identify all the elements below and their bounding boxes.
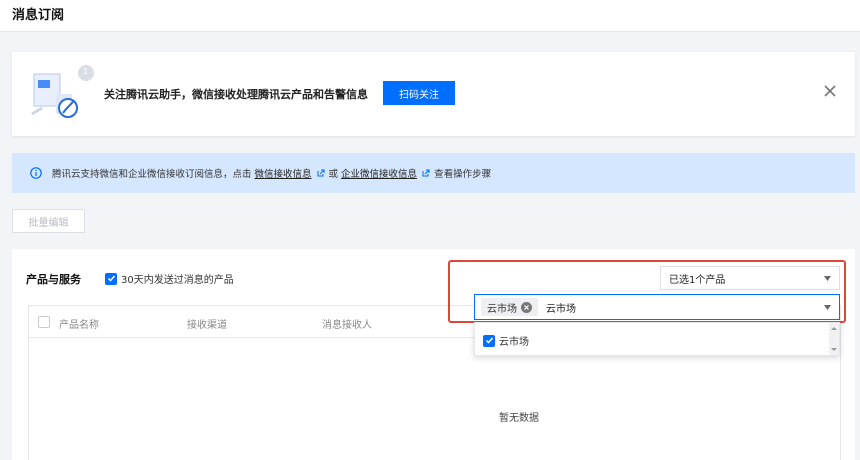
product-dropdown-list: 云市场 <box>474 322 840 356</box>
scroll-arrows-icon <box>831 327 837 351</box>
empty-state-text: 暂无数据 <box>499 413 539 424</box>
column-channel: 接收渠道 <box>187 320 227 331</box>
scan-follow-button[interactable]: 扫码关注 <box>383 81 455 105</box>
promo-badge: 1 <box>83 67 89 76</box>
column-product-name: 产品名称 <box>59 320 99 331</box>
info-icon <box>30 167 42 179</box>
selected-tag: 云市场 <box>481 298 538 316</box>
close-icon[interactable] <box>823 84 837 98</box>
info-notice-bar: 腾讯云支持微信和企业微信接收订阅信息，点击 微信接收信息 或 企业微信接收信息 … <box>12 153 855 193</box>
info-suffix: 查看操作步骤 <box>434 169 492 180</box>
scrollbar[interactable] <box>829 323 839 355</box>
page-header: 消息订阅 <box>0 0 860 32</box>
recent-products-filter-label: 30天内发送过消息的产品 <box>121 275 234 286</box>
external-link-icon <box>422 169 430 177</box>
product-search-box[interactable]: 云市场 <box>474 294 840 320</box>
remove-tag-icon[interactable] <box>521 301 532 313</box>
info-prefix: 腾讯云支持微信和企业微信接收订阅信息，点击 <box>52 169 252 180</box>
product-select[interactable]: 已选1个产品 <box>660 266 840 290</box>
chevron-down-icon <box>824 276 831 281</box>
checkbox-checked-icon[interactable] <box>483 334 495 347</box>
page-title: 消息订阅 <box>12 8 65 23</box>
checkbox-checked-icon[interactable] <box>105 272 117 285</box>
product-search-input[interactable] <box>546 301 746 313</box>
wecom-receive-link[interactable]: 企业微信接收信息 <box>341 166 417 180</box>
batch-edit-button[interactable]: 批量编辑 <box>12 209 85 233</box>
section-title: 产品与服务 <box>26 273 81 286</box>
dropdown-option-label: 云市场 <box>499 337 529 348</box>
info-or-text: 或 <box>328 169 339 180</box>
dropdown-option[interactable]: 云市场 <box>483 333 529 348</box>
select-all-checkbox[interactable] <box>38 316 50 328</box>
column-recipient: 消息接收人 <box>322 320 372 331</box>
selected-tag-label: 云市场 <box>487 303 517 315</box>
external-link-icon <box>317 169 325 177</box>
wechat-receive-link[interactable]: 微信接收信息 <box>255 166 312 180</box>
promo-card: 1 关注腾讯云助手，微信接收处理腾讯云产品和告警信息 扫码关注 <box>12 52 855 136</box>
chevron-down-icon <box>824 305 831 310</box>
product-select-summary: 已选1个产品 <box>669 274 726 286</box>
recent-products-filter[interactable]: 30天内发送过消息的产品 <box>105 271 234 286</box>
promo-text: 关注腾讯云助手，微信接收处理腾讯云产品和告警信息 <box>104 88 368 101</box>
